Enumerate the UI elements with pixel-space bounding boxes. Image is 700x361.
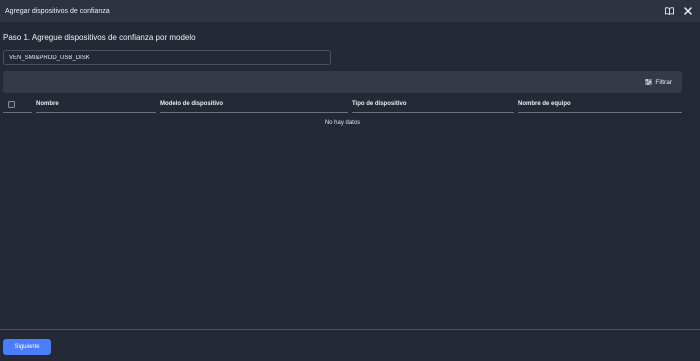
filter-button[interactable]: Filtrar bbox=[645, 71, 672, 93]
model-input[interactable] bbox=[3, 50, 331, 65]
dialog-title: Agregar dispositivos de confianza bbox=[5, 7, 110, 15]
step-title: Paso 1. Agregue dispositivos de confianz… bbox=[3, 33, 196, 42]
filter-label: Filtrar bbox=[655, 78, 672, 86]
dialog-titlebar: Agregar dispositivos de confianza bbox=[0, 0, 700, 22]
select-all-checkbox[interactable] bbox=[8, 100, 15, 108]
sliders-icon bbox=[645, 79, 653, 85]
empty-state-text: No hay datos bbox=[324, 120, 361, 126]
close-icon[interactable] bbox=[684, 7, 692, 15]
table-toolbar: Filtrar bbox=[3, 71, 682, 93]
column-header-name[interactable]: Nombre bbox=[36, 96, 156, 113]
select-all-header bbox=[3, 96, 32, 113]
book-open-icon[interactable] bbox=[665, 7, 674, 15]
titlebar-actions bbox=[665, 0, 692, 22]
column-header-computer-name[interactable]: Nombre de equipo bbox=[518, 96, 682, 113]
next-button[interactable]: Siguiente bbox=[3, 339, 51, 355]
column-header-device-model[interactable]: Modelo de dispositivo bbox=[160, 96, 348, 113]
footer-divider bbox=[0, 329, 700, 330]
table-header: Nombre Modelo de dispositivo Tipo de dis… bbox=[3, 96, 682, 113]
column-header-device-type[interactable]: Tipo de dispositivo bbox=[352, 96, 514, 113]
